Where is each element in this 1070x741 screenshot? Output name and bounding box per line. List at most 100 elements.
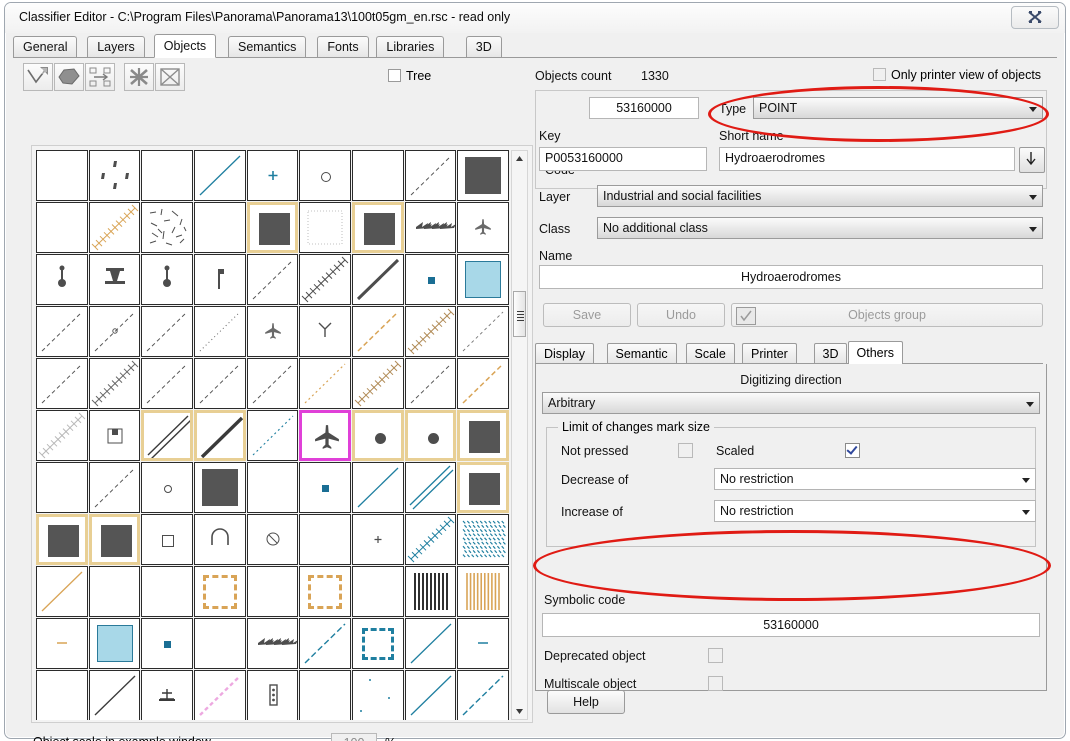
- symbol-cell[interactable]: [352, 150, 404, 201]
- symbol-grid-panel[interactable]: [31, 145, 533, 723]
- symbol-cell[interactable]: [457, 202, 509, 253]
- symbol-cell[interactable]: [36, 618, 88, 669]
- symbol-cell[interactable]: [352, 618, 404, 669]
- symbol-cell[interactable]: [404, 462, 457, 513]
- symbol-cell[interactable]: [88, 358, 141, 409]
- symbol-cell[interactable]: [246, 410, 299, 461]
- symbol-cell[interactable]: [141, 202, 193, 253]
- symbol-cell[interactable]: [404, 202, 457, 253]
- subtab-scale[interactable]: Scale: [685, 343, 735, 363]
- property-tab-strip[interactable]: Display Semantic Scale Printer 3D Others: [535, 341, 1047, 365]
- symbol-cell[interactable]: [141, 410, 193, 461]
- symbolic-code-input[interactable]: 53160000: [542, 613, 1040, 637]
- symbol-cell[interactable]: [36, 306, 88, 357]
- symbol-cell[interactable]: [246, 202, 299, 253]
- symbol-cell[interactable]: [457, 306, 510, 357]
- symbol-cell[interactable]: [404, 410, 457, 461]
- undo-button[interactable]: Undo: [637, 303, 725, 327]
- only-printer-checkbox-box[interactable]: [873, 68, 886, 81]
- scrollbar-thumb[interactable]: [513, 291, 526, 337]
- symbol-cell[interactable]: [457, 566, 510, 617]
- symbol-grid-scrollbar[interactable]: [511, 150, 528, 720]
- tab-layers[interactable]: Layers: [87, 36, 145, 57]
- tree-checkbox-box[interactable]: [388, 69, 401, 82]
- main-tab-strip[interactable]: General Layers Objects Semantics Fonts Librar…: [13, 34, 1057, 58]
- symbol-cell[interactable]: [194, 150, 246, 201]
- symbol-cell[interactable]: [352, 306, 404, 357]
- class-combobox[interactable]: No additional class: [597, 217, 1043, 239]
- symbol-cell[interactable]: [88, 410, 141, 461]
- symbol-cell[interactable]: [352, 514, 404, 565]
- tab-general[interactable]: General: [13, 36, 78, 57]
- symbol-cell[interactable]: [141, 670, 194, 720]
- symbol-cell[interactable]: [351, 410, 404, 461]
- symbol-cell[interactable]: [36, 358, 88, 409]
- multiscale-object-checkbox[interactable]: [708, 676, 723, 691]
- symbol-cell[interactable]: [246, 462, 299, 513]
- subtab-semantic[interactable]: Semantic: [606, 343, 677, 363]
- symbol-cell[interactable]: [88, 670, 141, 720]
- save-button[interactable]: Save: [543, 303, 631, 327]
- symbol-cell[interactable]: [299, 670, 352, 720]
- symbol-cell[interactable]: [88, 202, 141, 253]
- symbol-cell[interactable]: [246, 358, 299, 409]
- symbol-cell[interactable]: [194, 358, 246, 409]
- symbol-cell[interactable]: [88, 514, 141, 565]
- symbol-cell[interactable]: [36, 670, 88, 720]
- symbol-cell[interactable]: [352, 358, 404, 409]
- symbol-cell[interactable]: [88, 150, 141, 201]
- symbol-cell[interactable]: [352, 566, 404, 617]
- symbol-cell[interactable]: [299, 150, 352, 201]
- symbol-cell[interactable]: [457, 410, 509, 461]
- symbol-cell[interactable]: [299, 410, 351, 461]
- symbol-cell[interactable]: [299, 254, 352, 305]
- symbol-cell[interactable]: [404, 150, 457, 201]
- symbol-cell[interactable]: [246, 618, 299, 669]
- layer-combobox[interactable]: Industrial and social facilities: [597, 185, 1043, 207]
- symbol-cell[interactable]: [193, 462, 246, 513]
- symbol-cell[interactable]: [246, 566, 299, 617]
- symbol-cell[interactable]: [88, 618, 141, 669]
- symbol-cell[interactable]: [36, 150, 88, 201]
- subtab-printer[interactable]: Printer: [742, 343, 797, 363]
- symbol-cell[interactable]: [457, 358, 510, 409]
- symbol-cell[interactable]: [299, 566, 352, 617]
- not-pressed-checkbox[interactable]: [678, 443, 693, 458]
- symbol-cell[interactable]: [88, 254, 141, 305]
- type-combobox[interactable]: POINT: [753, 97, 1043, 119]
- symbol-cell[interactable]: [404, 306, 457, 357]
- symbol-cell[interactable]: [351, 462, 404, 513]
- symbol-cell[interactable]: [457, 254, 510, 305]
- symbol-cell[interactable]: [141, 306, 194, 357]
- tab-semantics[interactable]: Semantics: [228, 36, 307, 57]
- delete-star-icon-button[interactable]: [124, 63, 154, 91]
- symbol-cell[interactable]: [141, 462, 193, 513]
- symbol-cell[interactable]: [36, 202, 88, 253]
- clear-cross-icon-button[interactable]: [155, 63, 185, 91]
- symbol-cell[interactable]: [351, 202, 404, 253]
- symbol-cell[interactable]: [194, 618, 246, 669]
- decrease-of-combobox[interactable]: No restriction: [714, 468, 1036, 490]
- symbol-cell[interactable]: [457, 150, 510, 201]
- symbol-cell[interactable]: [36, 514, 88, 565]
- symbol-cell[interactable]: [457, 670, 510, 720]
- help-button-right[interactable]: Help: [547, 690, 625, 714]
- symbol-cell[interactable]: [36, 462, 88, 513]
- code-input[interactable]: 53160000: [589, 97, 699, 119]
- symbol-cell[interactable]: [36, 566, 88, 617]
- tab-objects[interactable]: Objects: [153, 34, 217, 58]
- symbol-cell[interactable]: [141, 150, 194, 201]
- symbol-cell[interactable]: [299, 462, 351, 513]
- polygon-icon-button[interactable]: [54, 63, 84, 91]
- increase-of-combobox[interactable]: No restriction: [714, 500, 1036, 522]
- symbol-cell[interactable]: [246, 254, 299, 305]
- symbol-cell[interactable]: [141, 358, 194, 409]
- only-printer-checkbox[interactable]: Only printer view of objects: [873, 68, 1041, 82]
- symbol-cell[interactable]: [457, 514, 509, 565]
- key-input[interactable]: P0053160000: [539, 147, 707, 171]
- symbol-cell[interactable]: [194, 514, 246, 565]
- symbol-cell[interactable]: [193, 410, 246, 461]
- symbol-cell[interactable]: [404, 514, 457, 565]
- symbol-cell[interactable]: [193, 202, 246, 253]
- layout-arrow-icon-button[interactable]: [85, 63, 115, 91]
